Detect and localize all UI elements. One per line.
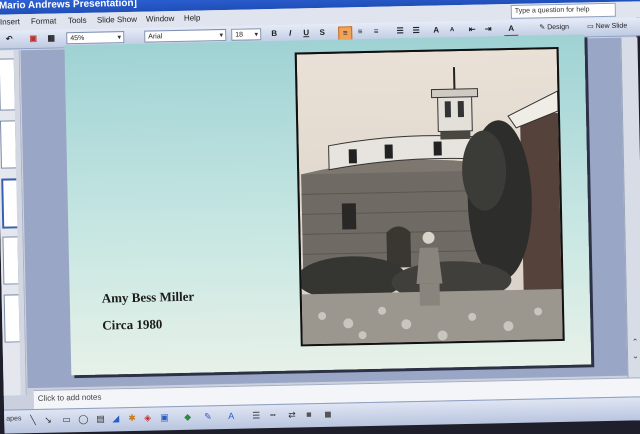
new-slide-button[interactable]: ▭ New Slide: [580, 20, 634, 33]
zoom-select[interactable]: 45% ▼: [66, 31, 124, 44]
shadow-button[interactable]: S: [316, 27, 328, 39]
line-color-icon[interactable]: ✎: [204, 411, 212, 422]
chevron-down-icon: ▼: [218, 30, 224, 42]
increase-indent-icon[interactable]: ⇥: [482, 23, 494, 35]
chevron-down-icon: ▼: [253, 29, 259, 41]
oval-icon[interactable]: ◯: [78, 414, 88, 425]
rectangle-icon[interactable]: ▭: [62, 414, 71, 425]
grow-font-button[interactable]: A: [430, 24, 442, 36]
zoom-value: 45%: [70, 35, 84, 42]
textbox-icon[interactable]: ▤: [96, 414, 105, 425]
clipart-icon[interactable]: ◈: [144, 413, 151, 424]
menu-slide-show[interactable]: Slide Show: [97, 15, 137, 25]
slide-editing-area: Amy Bess Miller Circa 1980: [21, 38, 628, 388]
align-center-icon[interactable]: ≡: [354, 26, 366, 38]
numbering-icon[interactable]: ☰: [394, 25, 406, 37]
dash-style-icon[interactable]: ┅: [270, 410, 276, 421]
font-size-select[interactable]: 18 ▼: [231, 28, 261, 41]
picture-icon[interactable]: ▣: [160, 412, 169, 423]
autoshapes-menu[interactable]: apes: [6, 415, 21, 422]
slide-canvas[interactable]: Amy Bess Miller Circa 1980: [64, 34, 591, 375]
font-size-value: 18: [235, 32, 243, 39]
font-value: Arial: [148, 33, 162, 40]
app-window: [Mario Andrews Presentation] Insert Form…: [0, 0, 640, 433]
underline-button[interactable]: U: [300, 27, 312, 39]
font-color-icon[interactable]: A: [228, 411, 234, 421]
caption-name[interactable]: Amy Bess Miller: [102, 289, 195, 307]
new-slide-label: New Slide: [596, 23, 628, 31]
help-search-input[interactable]: Type a question for help: [511, 3, 616, 19]
shadow-style-icon[interactable]: ■: [306, 409, 312, 419]
design-button[interactable]: ✎ Design: [532, 22, 576, 35]
chevron-down-icon: ▼: [116, 32, 122, 44]
historic-photo[interactable]: [295, 47, 565, 346]
fill-color-icon[interactable]: ◆: [184, 412, 191, 423]
table-icon[interactable]: ▦: [44, 32, 58, 44]
menu-format[interactable]: Format: [31, 16, 57, 26]
shrink-font-button[interactable]: A: [446, 24, 458, 36]
3d-style-icon[interactable]: ◼: [324, 409, 332, 420]
line-style-icon[interactable]: ☰: [252, 410, 260, 421]
scroll-down-icon[interactable]: ⌄: [632, 351, 639, 360]
menu-insert[interactable]: Insert: [0, 17, 20, 26]
notes-placeholder: Click to add notes: [38, 393, 102, 403]
align-right-icon[interactable]: ≡: [370, 26, 382, 38]
diagram-icon[interactable]: ✱: [128, 413, 136, 424]
menu-tools[interactable]: Tools: [68, 16, 87, 25]
menu-help[interactable]: Help: [184, 13, 201, 22]
paste-icon[interactable]: ▣: [26, 33, 40, 45]
menu-window[interactable]: Window: [146, 14, 175, 24]
bold-button[interactable]: B: [268, 28, 280, 40]
scroll-up-icon[interactable]: ⌃: [632, 337, 639, 346]
italic-button[interactable]: I: [284, 27, 296, 39]
font-select[interactable]: Arial ▼: [144, 29, 226, 43]
wordart-icon[interactable]: ◢: [112, 413, 119, 424]
line-icon[interactable]: ╲: [30, 415, 36, 426]
design-icon: ✎: [539, 24, 547, 31]
arrow-style-icon[interactable]: ⇄: [288, 410, 296, 421]
window-title: [Mario Andrews Presentation]: [0, 0, 137, 12]
design-label: Design: [547, 24, 569, 31]
undo-icon[interactable]: ↶: [2, 33, 16, 45]
arrow-icon[interactable]: ↘: [44, 415, 52, 426]
bullets-icon[interactable]: ☰: [410, 25, 422, 37]
decrease-indent-icon[interactable]: ⇤: [466, 24, 478, 36]
caption-date[interactable]: Circa 1980: [102, 316, 162, 333]
new-slide-icon: ▭: [587, 23, 596, 30]
photo-image: [297, 49, 563, 344]
